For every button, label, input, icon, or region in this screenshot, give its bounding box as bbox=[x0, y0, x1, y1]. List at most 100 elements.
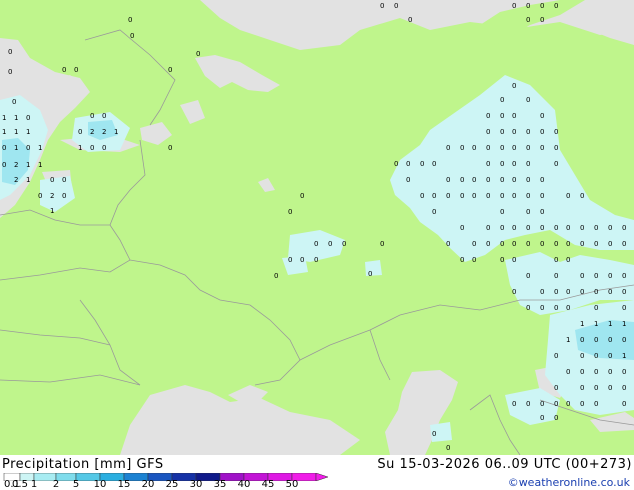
svg-text:0: 0 bbox=[460, 144, 464, 152]
svg-text:2: 2 bbox=[50, 192, 54, 200]
svg-text:0: 0 bbox=[594, 272, 598, 280]
svg-text:0: 0 bbox=[486, 224, 490, 232]
svg-text:0: 0 bbox=[380, 240, 384, 248]
svg-text:0: 0 bbox=[580, 384, 584, 392]
svg-text:0: 0 bbox=[566, 288, 570, 296]
svg-text:0: 0 bbox=[554, 414, 558, 422]
svg-text:0: 0 bbox=[526, 224, 530, 232]
svg-text:2: 2 bbox=[14, 161, 18, 169]
svg-text:0: 0 bbox=[512, 192, 516, 200]
svg-text:0: 0 bbox=[62, 192, 66, 200]
svg-text:0: 0 bbox=[486, 192, 490, 200]
svg-text:0: 0 bbox=[622, 304, 626, 312]
svg-text:0: 0 bbox=[594, 368, 598, 376]
svg-text:0: 0 bbox=[512, 400, 516, 408]
svg-text:0: 0 bbox=[500, 96, 504, 104]
svg-text:0: 0 bbox=[580, 336, 584, 344]
svg-text:0: 0 bbox=[540, 414, 544, 422]
svg-text:0: 0 bbox=[472, 192, 476, 200]
svg-text:0: 0 bbox=[168, 66, 172, 74]
svg-text:0: 0 bbox=[432, 208, 436, 216]
scale-tick-label: 2 bbox=[52, 479, 60, 490]
color-scale-ticks: 0.1 0.5 1 2 5 10 15 20 25 30 35 40 45 50 bbox=[0, 480, 330, 490]
svg-text:0: 0 bbox=[580, 240, 584, 248]
svg-text:0: 0 bbox=[26, 114, 30, 122]
svg-text:0: 0 bbox=[274, 272, 278, 280]
volga-reservoir bbox=[258, 178, 275, 192]
svg-text:0: 0 bbox=[512, 128, 516, 136]
svg-text:0: 0 bbox=[540, 144, 544, 152]
svg-text:1: 1 bbox=[26, 128, 30, 136]
svg-text:0: 0 bbox=[460, 176, 464, 184]
svg-text:0: 0 bbox=[608, 288, 612, 296]
svg-text:0: 0 bbox=[8, 68, 12, 76]
svg-text:0: 0 bbox=[566, 192, 570, 200]
svg-text:0: 0 bbox=[486, 176, 490, 184]
credit-link[interactable]: ©weatheronline.co.uk bbox=[508, 475, 630, 490]
svg-text:0: 0 bbox=[622, 272, 626, 280]
svg-text:0: 0 bbox=[500, 128, 504, 136]
svg-text:0: 0 bbox=[512, 224, 516, 232]
svg-text:0: 0 bbox=[446, 240, 450, 248]
svg-text:0: 0 bbox=[622, 224, 626, 232]
svg-text:0: 0 bbox=[486, 112, 490, 120]
svg-text:0: 0 bbox=[50, 176, 54, 184]
svg-text:1: 1 bbox=[2, 114, 6, 122]
svg-text:0: 0 bbox=[500, 112, 504, 120]
svg-text:0: 0 bbox=[594, 400, 598, 408]
svg-text:0: 0 bbox=[26, 144, 30, 152]
svg-text:0: 0 bbox=[526, 160, 530, 168]
svg-text:0: 0 bbox=[300, 256, 304, 264]
svg-text:0: 0 bbox=[566, 368, 570, 376]
scale-tick-label: 35 bbox=[213, 479, 227, 490]
svg-text:0: 0 bbox=[472, 176, 476, 184]
svg-text:0: 0 bbox=[460, 224, 464, 232]
svg-text:0: 0 bbox=[594, 288, 598, 296]
southern-land bbox=[440, 432, 560, 455]
svg-text:0: 0 bbox=[2, 161, 6, 169]
svg-text:0: 0 bbox=[526, 176, 530, 184]
svg-text:0: 0 bbox=[594, 304, 598, 312]
svg-text:0: 0 bbox=[500, 256, 504, 264]
svg-text:0: 0 bbox=[540, 400, 544, 408]
svg-text:0: 0 bbox=[62, 66, 66, 74]
svg-text:0: 0 bbox=[446, 176, 450, 184]
svg-text:0: 0 bbox=[78, 128, 82, 136]
svg-text:1: 1 bbox=[38, 144, 42, 152]
svg-text:0: 0 bbox=[526, 192, 530, 200]
svg-text:0: 0 bbox=[342, 240, 346, 248]
svg-text:0: 0 bbox=[608, 240, 612, 248]
svg-text:0: 0 bbox=[566, 304, 570, 312]
scale-tick-label: 1 bbox=[30, 479, 38, 490]
svg-text:1: 1 bbox=[622, 320, 626, 328]
svg-text:1: 1 bbox=[26, 176, 30, 184]
svg-text:2: 2 bbox=[102, 128, 106, 136]
svg-text:1: 1 bbox=[50, 207, 54, 215]
svg-text:0: 0 bbox=[500, 240, 504, 248]
scale-tick-label: 20 bbox=[141, 479, 155, 490]
svg-text:0: 0 bbox=[540, 192, 544, 200]
precipitation-map: 0000 0110 111 0101 0211 2100 0201 00 022… bbox=[0, 0, 634, 455]
svg-text:0: 0 bbox=[554, 240, 558, 248]
svg-text:1: 1 bbox=[26, 161, 30, 169]
svg-text:1: 1 bbox=[78, 144, 82, 152]
svg-text:0: 0 bbox=[408, 16, 412, 24]
svg-text:0: 0 bbox=[168, 144, 172, 152]
svg-text:0: 0 bbox=[12, 98, 16, 106]
svg-text:1: 1 bbox=[622, 352, 626, 360]
svg-text:0: 0 bbox=[554, 400, 558, 408]
svg-text:2: 2 bbox=[14, 176, 18, 184]
svg-text:1: 1 bbox=[2, 128, 6, 136]
svg-text:0: 0 bbox=[512, 82, 516, 90]
svg-text:0: 0 bbox=[526, 240, 530, 248]
svg-text:0: 0 bbox=[380, 2, 384, 10]
svg-text:1: 1 bbox=[38, 161, 42, 169]
svg-text:0: 0 bbox=[580, 368, 584, 376]
svg-text:0: 0 bbox=[554, 272, 558, 280]
svg-text:0: 0 bbox=[500, 176, 504, 184]
svg-text:0: 0 bbox=[580, 272, 584, 280]
svg-text:0: 0 bbox=[554, 160, 558, 168]
svg-text:0: 0 bbox=[90, 112, 94, 120]
svg-text:0: 0 bbox=[486, 128, 490, 136]
svg-text:0: 0 bbox=[594, 224, 598, 232]
